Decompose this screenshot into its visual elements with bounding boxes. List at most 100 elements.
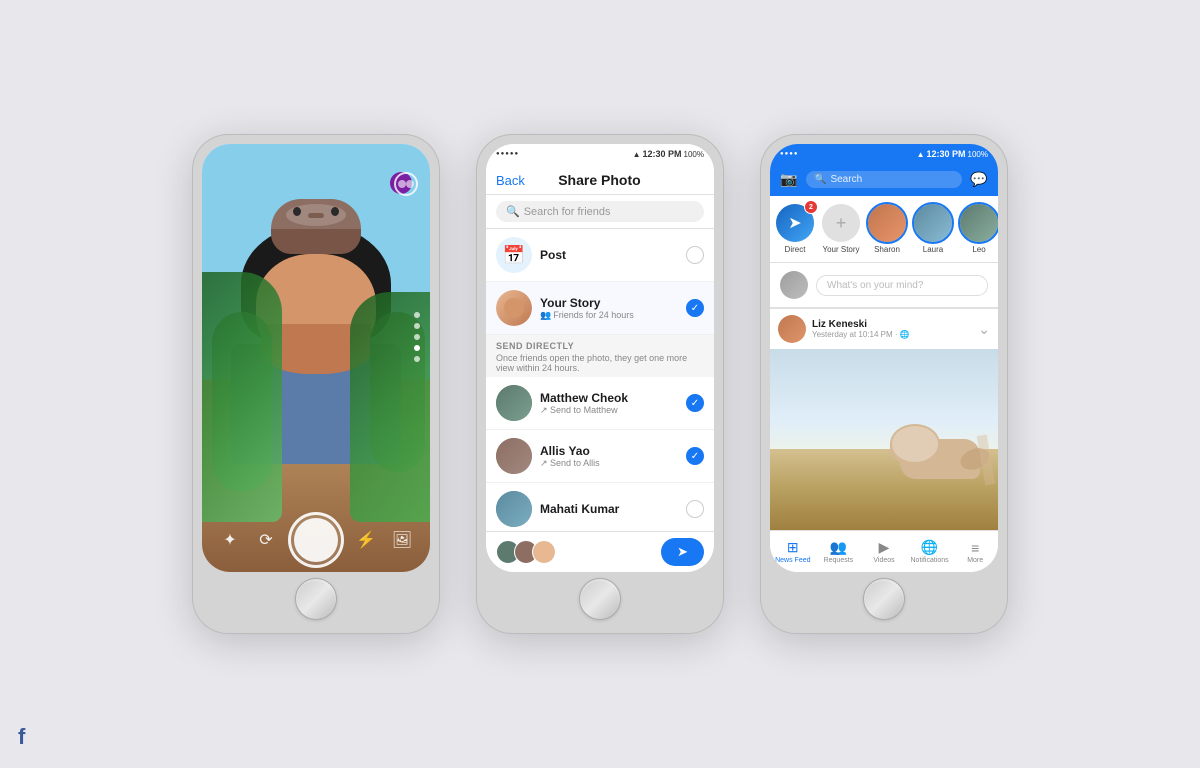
allis-sub: ↗ Send to Allis: [540, 458, 678, 469]
mode-indicators: [414, 312, 420, 362]
post-image-dog: [770, 349, 998, 530]
post-header: Liz Keneski Yesterday at 10:14 PM · 🌐 ⌄: [770, 309, 998, 349]
newsfeed-label: News Feed: [775, 557, 810, 564]
post-item-name: Post: [540, 248, 678, 262]
story-direct[interactable]: ➤ 2 Direct: [776, 204, 814, 254]
story-checkbox[interactable]: ✓: [686, 299, 704, 317]
share-screen: ●●●●● ▲ 12:30 PM 100% Back Share Photo 🔍…: [486, 144, 714, 572]
phone-newsfeed: ●●●● ▲ 12:30 PM 100% 📷 🔍 Search 💬: [760, 134, 1008, 634]
time-3: 12:30 PM: [927, 149, 966, 159]
notifications-icon: 🌐: [921, 539, 938, 556]
share-header: Back Share Photo: [486, 164, 714, 195]
post-icon: 📅: [496, 237, 532, 273]
effects-button[interactable]: ✦: [216, 526, 244, 554]
videos-icon: ▶: [879, 539, 890, 556]
nav-requests[interactable]: 👥 Requests: [816, 539, 862, 564]
contact-matthew[interactable]: Matthew Cheok ↗ Send to Matthew ✓: [486, 377, 714, 430]
mahati-avatar: [496, 491, 532, 527]
mahati-name: Mahati Kumar: [540, 502, 678, 516]
your-story-label: Your Story: [822, 245, 859, 254]
share-photo-title: Share Photo: [558, 172, 640, 188]
search-text-fb: Search: [830, 174, 862, 185]
nav-videos[interactable]: ▶ Videos: [861, 539, 907, 564]
wifi-icon-3: ▲: [917, 150, 925, 159]
requests-label: Requests: [824, 557, 854, 564]
notifications-label: Notifications: [911, 557, 949, 564]
sharon-label: Sharon: [874, 245, 900, 254]
author-name: Liz Keneski: [812, 319, 972, 330]
friend-search-input[interactable]: 🔍 Search for friends: [496, 201, 704, 222]
gallery-button[interactable]: 🖼: [388, 526, 416, 554]
dog-body: [890, 424, 980, 479]
camera-screen: ✦ ⟳ ⚡ 🖼: [202, 144, 430, 572]
send-icon: ➤: [677, 544, 688, 560]
back-button[interactable]: Back: [496, 173, 525, 188]
send-directly-sub: Once friends open the photo, they get on…: [486, 353, 714, 377]
send-button[interactable]: ➤: [661, 538, 704, 566]
direct-avatar: ➤ 2: [776, 204, 814, 242]
liz-avatar: [778, 315, 806, 343]
scene: f: [0, 0, 1200, 768]
matthew-checkbox[interactable]: ✓: [686, 394, 704, 412]
fb-header: 📷 🔍 Search 💬: [770, 164, 998, 196]
newsfeed-icon: ⊞: [787, 539, 799, 556]
post-options-chevron[interactable]: ⌄: [978, 321, 990, 338]
post-checkbox[interactable]: [686, 246, 704, 264]
sharon-avatar: [868, 204, 906, 242]
allis-checkbox[interactable]: ✓: [686, 447, 704, 465]
more-icon: ≡: [971, 540, 979, 556]
direct-label: Direct: [785, 245, 806, 254]
story-item-text: Your Story 👥 Friends for 24 hours: [540, 296, 678, 321]
story-leo[interactable]: Leo: [960, 204, 998, 254]
selected-avatars: [496, 540, 550, 564]
camera-icon-fb[interactable]: 📷: [778, 168, 800, 190]
camera-timer[interactable]: [394, 172, 418, 196]
shutter-button[interactable]: [288, 512, 344, 568]
matthew-sub: ↗ Send to Matthew: [540, 405, 678, 416]
home-button-2[interactable]: [579, 578, 621, 620]
contact-allis[interactable]: Allis Yao ↗ Send to Allis ✓: [486, 430, 714, 483]
nav-notifications[interactable]: 🌐 Notifications: [907, 539, 953, 564]
your-story-item[interactable]: Your Story 👥 Friends for 24 hours ✓: [486, 282, 714, 335]
matthew-avatar: [496, 385, 532, 421]
time-2: 12:30 PM: [643, 149, 682, 159]
mahati-checkbox[interactable]: [686, 500, 704, 518]
messenger-icon[interactable]: 💬: [968, 168, 990, 190]
share-footer: ➤: [486, 531, 714, 572]
your-story-avatar: +: [822, 204, 860, 242]
friend-search-bar: 🔍 Search for friends: [486, 195, 714, 229]
flip-button[interactable]: ⟳: [252, 526, 280, 554]
mahati-text: Mahati Kumar: [540, 502, 678, 516]
sloth-filter: [271, 199, 361, 254]
matthew-name: Matthew Cheok: [540, 391, 678, 405]
fb-status-bar: ●●●● ▲ 12:30 PM 100%: [770, 144, 998, 164]
lightning-button[interactable]: ⚡: [352, 526, 380, 554]
story-laura[interactable]: Laura: [914, 204, 952, 254]
camera-toolbar: ✦ ⟳ ⚡ 🖼: [202, 508, 430, 572]
story-yours[interactable]: + Your Story: [822, 204, 860, 254]
contact-mahati[interactable]: Mahati Kumar: [486, 483, 714, 531]
allis-name: Allis Yao: [540, 444, 678, 458]
whats-on-mind-bar[interactable]: What's on your mind?: [770, 263, 998, 308]
requests-icon: 👥: [830, 539, 847, 556]
post-author-info: Liz Keneski Yesterday at 10:14 PM · 🌐: [812, 319, 972, 339]
nav-newsfeed[interactable]: ⊞ News Feed: [770, 539, 816, 564]
fb-search-bar[interactable]: 🔍 Search: [806, 171, 962, 188]
home-button-1[interactable]: [295, 578, 337, 620]
fb-bottom-nav: ⊞ News Feed 👥 Requests ▶ Videos 🌐 Notifi…: [770, 530, 998, 572]
laura-label: Laura: [923, 245, 943, 254]
share-post-item[interactable]: 📅 Post: [486, 229, 714, 282]
mind-input-mock[interactable]: What's on your mind?: [816, 275, 988, 296]
battery-2: 100%: [684, 150, 704, 159]
phone-camera: ✦ ⟳ ⚡ 🖼: [192, 134, 440, 634]
nav-more[interactable]: ≡ More: [952, 540, 998, 564]
newsfeed-screen: ●●●● ▲ 12:30 PM 100% 📷 🔍 Search 💬: [770, 144, 998, 572]
story-item-name: Your Story: [540, 296, 678, 310]
signal-dots-3: ●●●●: [780, 151, 799, 157]
search-icon-fb: 🔍: [814, 174, 826, 185]
leo-avatar: [960, 204, 998, 242]
post-item-text: Post: [540, 248, 678, 262]
leo-label: Leo: [972, 245, 985, 254]
home-button-3[interactable]: [863, 578, 905, 620]
story-sharon[interactable]: Sharon: [868, 204, 906, 254]
